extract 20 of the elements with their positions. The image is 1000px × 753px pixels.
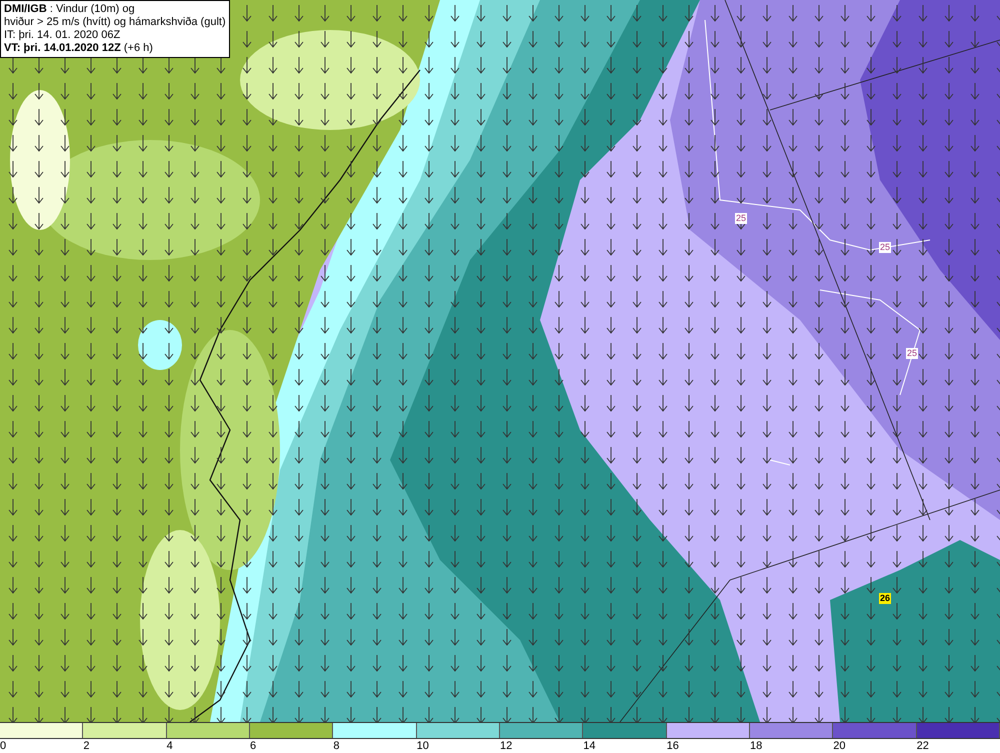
title-line: IT: þri. 14. 01. 2020 06Z [4, 29, 122, 42]
legend-tick-label: 10 [416, 739, 429, 753]
legend-tick-label: 8 [333, 739, 340, 753]
title-line: VT: þri. 14.01.2020 12Z (+6 h) [4, 42, 154, 55]
legend-tick-label: 0 [0, 739, 6, 753]
title-line: hviður > 25 m/s (hvítt) og hámarkshviða (gult) [4, 16, 226, 29]
legend-tick-label: 22 [916, 739, 929, 753]
legend-tick-label: 12 [500, 739, 512, 753]
contour-label: 25 [906, 348, 918, 359]
contour-label: 25 [735, 213, 748, 224]
legend-tick-label: 20 [833, 739, 846, 753]
legend-tick-label: 18 [750, 739, 762, 753]
legend-tick-label: 2 [83, 739, 90, 753]
title-line: DMI/IGB : Vindur (10m) og [4, 3, 136, 16]
legend-tick-label: 14 [583, 739, 596, 753]
legend-tick-label: 16 [666, 739, 679, 753]
legend-tick-label: 6 [250, 739, 256, 753]
legend-tick-label: 4 [166, 739, 173, 753]
contour-label: 25 [879, 242, 892, 253]
contour-label: 26 [879, 593, 892, 604]
